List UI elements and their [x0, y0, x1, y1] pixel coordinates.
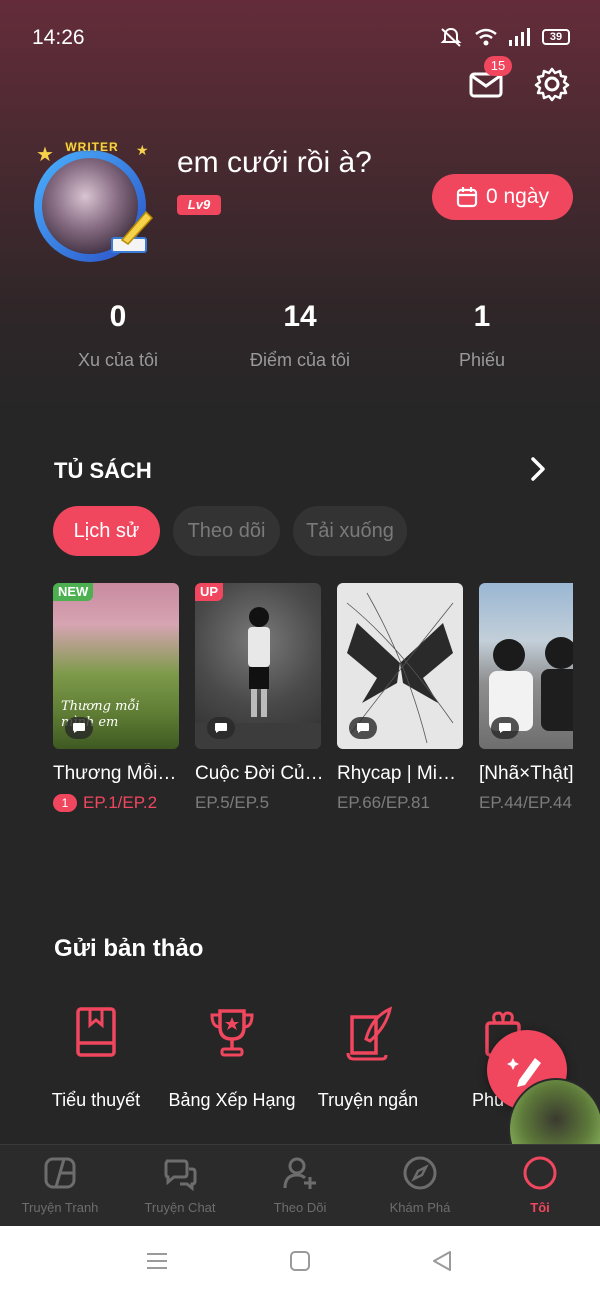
submit-title: Gửi bản thảo — [54, 935, 204, 962]
nav-chat-stories[interactable]: Truyện Chat — [120, 1155, 240, 1215]
nav-label: Theo Dõi — [273, 1200, 327, 1215]
book-title: Cuộc Đời Củ… — [195, 763, 321, 784]
profile-avatar[interactable]: WRITER ★ ★ — [26, 140, 156, 262]
status-time: 14:26 — [32, 26, 85, 49]
book-card[interactable]: UP Cuộc Đời Củ… EP.5/EP.5 — [195, 583, 321, 813]
submit-label: Truyện ngắn — [317, 1090, 419, 1110]
nav-label: Truyện Chat — [144, 1200, 216, 1215]
settings-gear-icon[interactable] — [534, 66, 570, 102]
nav-following[interactable]: Theo Dõi — [240, 1155, 360, 1215]
mute-bell-icon — [440, 27, 462, 47]
calendar-icon — [456, 187, 478, 208]
new-tag: NEW — [53, 583, 94, 601]
stat-label: Xu của tôi — [77, 350, 159, 370]
follow-icon — [283, 1157, 316, 1189]
checkin-button[interactable]: 0 ngày — [432, 174, 573, 220]
chat-badge — [65, 717, 93, 739]
stat-value: 14 — [283, 300, 317, 333]
book-card[interactable]: [Nhã×Thật] EP.44/EP.44 — [479, 583, 573, 813]
submit-ranking-button[interactable]: Bảng Xếp Hạng — [166, 1005, 298, 1111]
book-episode: EP.44/EP.44 — [479, 793, 572, 812]
checkin-label: 0 ngày — [485, 185, 550, 208]
tab-history[interactable]: Lịch sử — [53, 506, 160, 556]
submit-label: Tiểu thuyết — [51, 1090, 141, 1110]
book-episode: EP.66/EP.81 — [337, 793, 430, 812]
header-actions: 15 — [468, 56, 570, 102]
submit-novel-button[interactable]: Tiểu thuyết — [48, 1005, 144, 1111]
system-nav-bar — [0, 1226, 600, 1300]
nav-label: Tôi — [530, 1200, 550, 1215]
status-icons: 39 — [438, 26, 570, 48]
submit-short-story-button[interactable]: Truyện ngắn — [314, 1005, 422, 1111]
book-cover: NEW Thương mỗi mình em — [53, 583, 179, 749]
book-episode: EP.1/EP.2 — [83, 793, 158, 812]
chat-badge — [349, 717, 377, 739]
book-card[interactable]: NEW Thương mỗi mình em Thương Mỗi… 1 EP.… — [53, 583, 179, 813]
book-episode: EP.5/EP.5 — [195, 793, 270, 812]
book-progress: 1 EP.1/EP.2 — [53, 793, 179, 813]
quill-icon — [346, 1006, 393, 1061]
tab-following[interactable]: Theo dõi — [173, 506, 280, 556]
star-icon: ★ — [136, 142, 149, 158]
book-title: Thương Mỗi… — [53, 763, 177, 784]
stat-label: Phiếu — [458, 350, 506, 370]
chat-badge — [491, 717, 519, 739]
tab-downloads[interactable]: Tải xuống — [293, 506, 407, 556]
trophy-icon — [210, 1009, 254, 1057]
writer-tag: WRITER — [65, 140, 119, 154]
menu-icon[interactable] — [146, 1250, 168, 1272]
star-icon: ★ — [36, 144, 54, 166]
mail-button[interactable]: 15 — [468, 56, 512, 102]
wifi-icon — [475, 28, 497, 46]
stat-coins[interactable]: 0 Xu của tôi — [28, 300, 208, 371]
book-cover — [479, 583, 573, 749]
signal-icon — [509, 28, 530, 46]
stat-tickets[interactable]: 1 Phiếu — [392, 300, 572, 371]
nav-label: Khám Phá — [389, 1200, 451, 1215]
book-cover: UP — [195, 583, 321, 749]
stat-value: 1 — [473, 300, 491, 333]
nav-label: Truyện Tranh — [21, 1200, 99, 1215]
home-icon[interactable] — [289, 1250, 311, 1272]
battery-icon: 39 — [542, 29, 570, 45]
unread-badge: 1 — [53, 794, 77, 812]
book-title: [Nhã×Thật] — [479, 763, 573, 784]
mail-badge: 15 — [484, 56, 512, 76]
chat-bubble-icon — [499, 723, 511, 733]
quill-pen-icon — [111, 210, 154, 253]
compass-icon — [403, 1156, 437, 1190]
chat-badge — [207, 717, 235, 739]
book-card[interactable]: Rhycap | Mi… EP.66/EP.81 — [337, 583, 463, 813]
book-title: Rhycap | Mi… — [337, 763, 456, 784]
bottom-nav: Truyện Tranh Truyện Chat Theo Dõi Khám P… — [0, 1144, 600, 1226]
profile-name: em cưới rồi à? — [177, 146, 372, 179]
stat-value: 0 — [109, 300, 127, 333]
submit-label: Bảng Xếp Hạng — [168, 1090, 296, 1110]
chat-bubble-icon — [73, 723, 85, 733]
book-icon — [76, 1007, 116, 1057]
back-icon[interactable] — [431, 1250, 453, 1272]
book-cover — [337, 583, 463, 749]
nav-comics[interactable]: Truyện Tranh — [0, 1155, 120, 1215]
nav-me[interactable]: Tôi — [480, 1155, 600, 1215]
book-list: NEW Thương mỗi mình em Thương Mỗi… 1 EP.… — [53, 583, 573, 823]
chat-bubble-icon — [357, 723, 369, 733]
nav-explore[interactable]: Khám Phá — [360, 1155, 480, 1215]
bookshelf-title: TỦ SÁCH — [54, 458, 152, 483]
chevron-right-icon[interactable] — [528, 456, 548, 482]
me-icon — [523, 1156, 557, 1190]
chat-icon — [164, 1159, 197, 1192]
stat-points[interactable]: 14 Điểm của tôi — [210, 300, 390, 371]
level-badge: Lv9 — [177, 195, 221, 215]
comic-icon — [44, 1157, 76, 1189]
stat-label: Điểm của tôi — [249, 350, 351, 370]
chat-bubble-icon — [215, 723, 227, 733]
